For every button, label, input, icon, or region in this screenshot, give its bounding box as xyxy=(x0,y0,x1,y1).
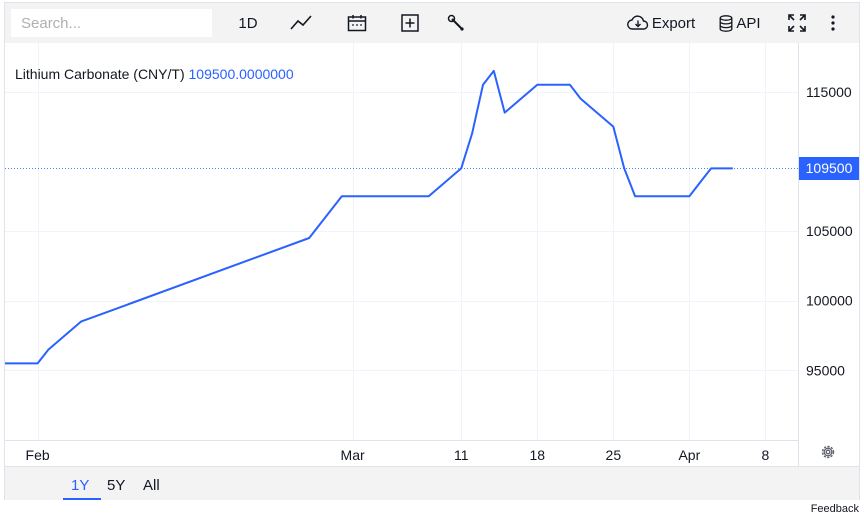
interval-button[interactable]: 1D xyxy=(233,9,263,37)
x-tick-label: Feb xyxy=(26,447,50,463)
wrench-icon xyxy=(447,14,464,31)
more-vertical-icon xyxy=(831,15,835,31)
y-tick-label: 100000 xyxy=(806,293,853,309)
x-tick-label: 8 xyxy=(762,447,770,463)
database-icon xyxy=(719,14,733,32)
feedback-link[interactable]: Feedback xyxy=(811,503,859,515)
chart-settings-button[interactable] xyxy=(819,443,837,466)
series-line xyxy=(5,69,733,365)
date-range-button[interactable] xyxy=(343,9,371,37)
search-input[interactable] xyxy=(11,9,212,37)
plus-square-icon xyxy=(401,14,419,32)
legend-value: 109500.0000000 xyxy=(188,66,294,82)
toolbar: 1D xyxy=(5,3,859,43)
x-tick-label: 25 xyxy=(606,447,622,463)
chart-legend: Lithium Carbonate (CNY/T) 109500.0000000 xyxy=(15,66,294,82)
cloud-download-icon xyxy=(626,15,648,30)
x-tick-label: 11 xyxy=(454,447,469,463)
line-chart-icon xyxy=(290,15,312,30)
price-chart[interactable]: 95000 100000 105000 115000 Feb Mar 11 18 25 Apr 8 xyxy=(5,43,859,466)
range-bar: 1Y 5Y All xyxy=(5,466,859,500)
add-indicator-button[interactable] xyxy=(396,9,424,37)
x-tick-label: 18 xyxy=(529,447,545,463)
settings-tools-button[interactable] xyxy=(442,9,470,37)
gear-icon xyxy=(821,445,835,459)
export-label: Export xyxy=(651,14,696,32)
more-menu-button[interactable] xyxy=(823,9,843,37)
api-button[interactable]: API xyxy=(716,9,764,37)
y-tick-label: 105000 xyxy=(806,223,853,239)
api-label: API xyxy=(736,14,761,32)
x-tick-label: Mar xyxy=(341,447,365,463)
last-price-tag: 109500 xyxy=(799,156,859,180)
export-button[interactable]: Export xyxy=(625,9,697,37)
chart-widget: 1D xyxy=(4,2,860,500)
range-all-button[interactable]: All xyxy=(143,477,160,494)
fullscreen-button[interactable] xyxy=(784,9,810,37)
range-5y-button[interactable]: 5Y xyxy=(107,477,125,494)
y-tick-label: 115000 xyxy=(806,84,852,100)
chart-area[interactable]: 95000 100000 105000 115000 Feb Mar 11 18 25 Apr 8 … xyxy=(5,43,859,466)
chart-type-button[interactable] xyxy=(287,9,315,37)
legend-symbol-name: Lithium Carbonate (CNY/T) xyxy=(15,66,185,82)
active-range-indicator xyxy=(63,498,101,500)
range-1y-button[interactable]: 1Y xyxy=(71,477,89,494)
calendar-icon xyxy=(347,15,367,32)
fullscreen-icon xyxy=(788,14,806,32)
x-tick-label: Apr xyxy=(678,447,700,463)
y-tick-label: 95000 xyxy=(806,362,845,378)
